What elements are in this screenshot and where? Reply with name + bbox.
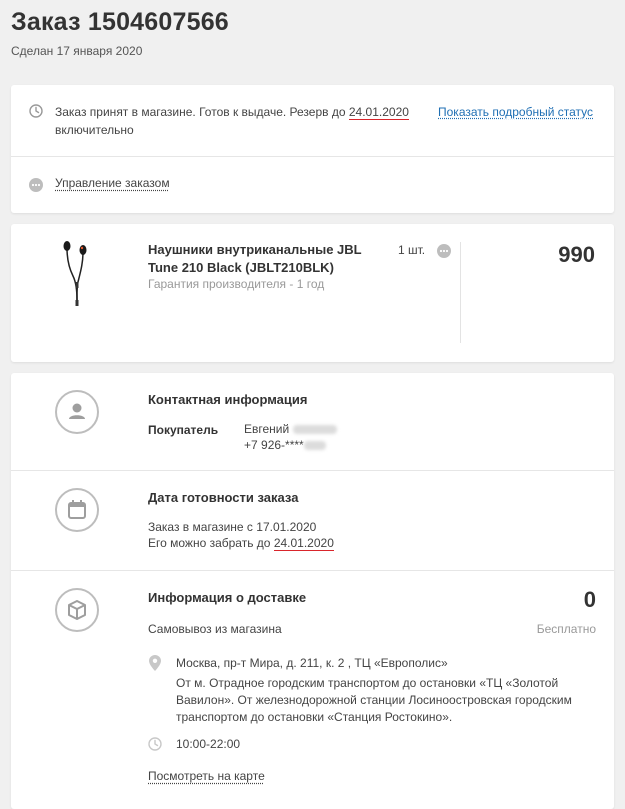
redacted-phone — [303, 441, 326, 451]
buyer-label: Покупатель — [148, 423, 219, 437]
show-status-details-link[interactable]: Показать подробный статус — [438, 103, 593, 121]
product-price: 990 — [558, 242, 595, 267]
status-text-main: Заказ принят в магазине. Готов к выдаче.… — [55, 105, 349, 119]
pickup-text: Его можно забрать до — [148, 536, 274, 550]
readiness-title: Дата готовности заказа — [148, 490, 299, 505]
readiness-details: Заказ в магазине с 17.01.2020 Его можно … — [148, 519, 334, 551]
status-row: Заказ принят в магазине. Готов к выдаче.… — [11, 85, 614, 157]
delivery-title: Информация о доставке — [148, 590, 307, 605]
calendar-icon — [55, 488, 99, 532]
in-store-date: Заказ в магазине с 17.01.2020 — [148, 520, 317, 534]
order-status-card: Заказ принят в магазине. Готов к выдаче.… — [11, 85, 614, 213]
more-dots-icon — [29, 178, 43, 192]
manage-order-row[interactable]: Управление заказом — [11, 173, 614, 199]
buyer-phone: +7 926-**** — [244, 438, 304, 452]
product-card: Наушники внутриканальные JBL Tune 210 Bl… — [11, 224, 614, 362]
buyer-info: Евгений +7 926-**** — [244, 421, 337, 453]
redacted-surname — [292, 425, 337, 435]
store-hours: 10:00-22:00 — [176, 737, 241, 751]
more-dots-icon[interactable] — [437, 244, 451, 258]
clock-icon — [29, 104, 43, 118]
product-quantity: 1 шт. — [398, 243, 426, 257]
delivery-price: 0 — [583, 587, 596, 612]
product-warranty: Гарантия производителя - 1 год — [148, 277, 325, 291]
user-icon — [55, 390, 99, 434]
buyer-name: Евгений — [244, 422, 290, 436]
order-date: Сделан 17 января 2020 — [11, 44, 143, 58]
divider — [460, 242, 461, 343]
contact-title: Контактная информация — [148, 392, 308, 407]
order-info-card: Контактная информация Покупатель Евгений… — [11, 373, 614, 809]
readiness-section: Дата готовности заказа Заказ в магазине … — [11, 471, 614, 571]
reserve-date: 24.01.2020 — [348, 105, 409, 120]
status-text: Заказ принят в магазине. Готов к выдаче.… — [55, 103, 427, 139]
pickup-date: 24.01.2020 — [273, 536, 334, 551]
earphones-image[interactable] — [55, 238, 99, 308]
delivery-section: Информация о доставке Самовывоз из магаз… — [11, 571, 614, 809]
contact-section: Контактная информация Покупатель Евгений… — [11, 373, 614, 471]
view-on-map-link[interactable]: Посмотреть на карте — [148, 769, 265, 783]
location-pin-icon — [149, 655, 161, 671]
box-icon — [55, 588, 99, 632]
delivery-price-note: Бесплатно — [536, 622, 596, 636]
page-title: Заказ 1504607566 — [11, 8, 229, 36]
manage-order-link[interactable]: Управление заказом — [55, 176, 170, 190]
store-directions: От м. Отрадное городским транспортом до … — [176, 676, 572, 724]
status-text-suffix: включительно — [55, 123, 134, 137]
delivery-method: Самовывоз из магазина — [148, 622, 282, 636]
clock-icon — [148, 737, 162, 751]
store-address: Москва, пр-т Мира, д. 211, к. 2 , ТЦ «Ев… — [176, 656, 448, 670]
product-name[interactable]: Наушники внутриканальные JBL Tune 210 Bl… — [148, 241, 378, 277]
